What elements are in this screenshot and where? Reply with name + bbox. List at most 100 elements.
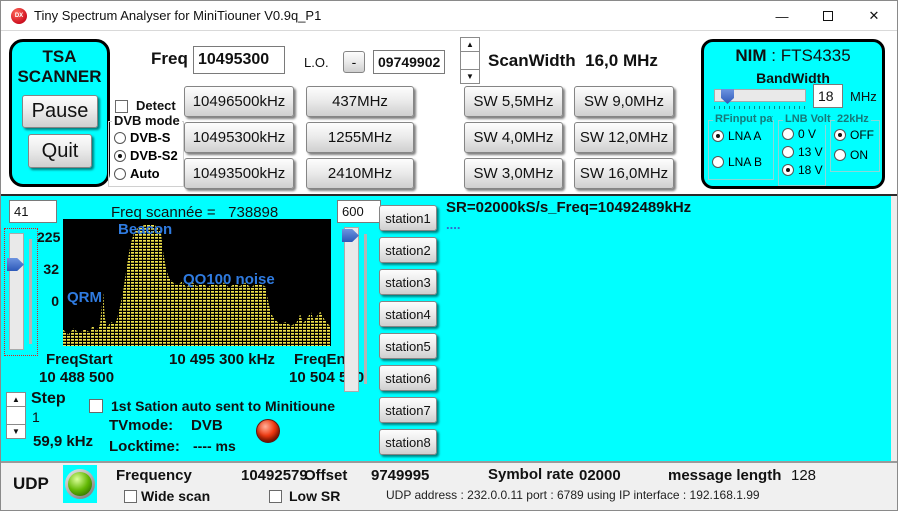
sw-button-2[interactable]: SW 9,0MHz: [574, 86, 674, 117]
radio-lnb-18v[interactable]: 18 V: [782, 163, 823, 177]
station-button-6[interactable]: station6: [379, 365, 437, 391]
app-icon: DX: [11, 8, 27, 24]
preset-freq-button-4[interactable]: 1255MHz: [306, 122, 414, 153]
detect-label: Detect: [136, 98, 176, 113]
radio-label: ON: [850, 148, 868, 162]
scanwidth-down-icon[interactable]: ▼: [460, 69, 480, 84]
wide-scan-checkbox[interactable]: [124, 490, 137, 503]
radio-icon: [782, 164, 794, 176]
tvmode-value: DVB: [191, 417, 223, 434]
step-up-icon[interactable]: ▲: [6, 392, 26, 407]
radio-lnb-0v[interactable]: 0 V: [782, 127, 816, 141]
radio-icon: [834, 129, 846, 141]
axis-label-225: 225: [37, 229, 59, 245]
low-sr-label: Low SR: [289, 488, 340, 504]
tone-22khz-group: 22kHz OFF ON: [830, 120, 880, 172]
step-label: Step: [31, 390, 66, 408]
freq-start-value: 10 488 500: [39, 369, 114, 386]
step-down-icon[interactable]: ▼: [6, 424, 26, 439]
scanwidth-up-icon[interactable]: ▲: [460, 37, 480, 52]
lo-input[interactable]: [373, 50, 445, 74]
level-slider-line: [364, 234, 367, 384]
sw-button-1[interactable]: SW 5,5MHz: [464, 86, 563, 117]
lo-minus-button[interactable]: -: [343, 51, 365, 73]
locktime-value: ---- ms: [193, 438, 236, 454]
offset-value: 9749995: [371, 467, 429, 484]
tsa-title-line2: SCANNER: [12, 67, 107, 87]
tone-22khz-title: 22kHz: [835, 113, 871, 125]
nim-box: NIM : FTS4335 BandWidth MHz RFinput path…: [701, 39, 885, 189]
freq-input[interactable]: [193, 46, 285, 74]
bandwidth-slider-thumb[interactable]: [721, 89, 734, 104]
station-button-3[interactable]: station3: [379, 269, 437, 295]
udp-led-glow: [68, 472, 92, 496]
nim-value: FTS4335: [781, 46, 851, 65]
auto-send-checkbox[interactable]: [89, 399, 103, 413]
radio-icon: [114, 150, 126, 162]
freq-start-label: FreqStart: [46, 351, 113, 368]
beacon-label: Beacon: [118, 221, 172, 238]
level-slider-track[interactable]: [344, 227, 359, 392]
close-button[interactable]: ✕: [851, 1, 897, 31]
tsa-title-line1: TSA: [12, 47, 107, 67]
pause-button[interactable]: Pause: [22, 95, 98, 128]
auto-send-label: 1st Sation auto sent to Minitioune: [111, 398, 335, 414]
radio-icon: [834, 149, 846, 161]
lock-status-led: [256, 419, 280, 443]
sw-button-6[interactable]: SW 16,0MHz: [574, 158, 674, 189]
radio-dvb-auto[interactable]: Auto: [114, 166, 160, 181]
udp-address-line: UDP address : 232.0.0.11 port : 6789 usi…: [386, 488, 760, 502]
radio-dvb-s[interactable]: DVB-S: [114, 130, 170, 145]
radio-label: LNA A: [728, 129, 761, 143]
station-button-8[interactable]: station8: [379, 429, 437, 455]
low-sr-checkbox[interactable]: [269, 490, 282, 503]
radio-dvb-s2[interactable]: DVB-S2: [114, 148, 178, 163]
preset-freq-button-3[interactable]: 10495300kHz: [184, 122, 294, 153]
radio-lnb-13v[interactable]: 13 V: [782, 145, 823, 159]
gain-slider-track[interactable]: [9, 233, 24, 350]
gain-input[interactable]: [9, 200, 57, 223]
spectrum-display[interactable]: Beacon QO100 noise QRM: [63, 219, 331, 346]
preset-freq-button-2[interactable]: 437MHz: [306, 86, 414, 117]
radio-lna-b[interactable]: LNA B: [712, 155, 762, 169]
offset-label: Offset: [304, 467, 347, 484]
preset-freq-button-6[interactable]: 2410MHz: [306, 158, 414, 189]
minimize-button[interactable]: —: [759, 1, 805, 31]
sw-button-3[interactable]: SW 4,0MHz: [464, 122, 563, 153]
bandwidth-input[interactable]: [813, 84, 843, 108]
preset-freq-button-1[interactable]: 10496500kHz: [184, 86, 294, 117]
maximize-icon: [823, 11, 833, 21]
radio-22khz-off[interactable]: OFF: [834, 128, 874, 142]
rf-input-title: RFinput path: [713, 113, 773, 125]
bandwidth-ticks: [714, 106, 806, 109]
window-title: Tiny Spectrum Analyser for MiniTiouner V…: [34, 8, 321, 23]
scanwidth-text: ScanWidth: [488, 51, 576, 70]
radio-lna-a[interactable]: LNA A: [712, 129, 761, 143]
scanwidth-spinner: ▲ ▼: [460, 37, 480, 84]
preset-freq-button-5[interactable]: 10493500kHz: [184, 158, 294, 189]
sw-button-5[interactable]: SW 3,0MHz: [464, 158, 563, 189]
radio-22khz-on[interactable]: ON: [834, 148, 868, 162]
title-bar: DX Tiny Spectrum Analyser for MiniTioune…: [1, 1, 897, 31]
quit-button[interactable]: Quit: [28, 134, 92, 168]
lnb-volt-group: LNB Volt 0 V 13 V 18 V: [778, 120, 826, 186]
station-button-7[interactable]: station7: [379, 397, 437, 423]
maximize-button[interactable]: [805, 1, 851, 31]
station-button-4[interactable]: station4: [379, 301, 437, 327]
symbol-rate-label: Symbol rate: [488, 466, 574, 483]
step-khz-value: 59,9 kHz: [33, 433, 93, 450]
bandwidth-slider-track[interactable]: [714, 89, 806, 102]
sw-button-4[interactable]: SW 12,0MHz: [574, 122, 674, 153]
detect-checkbox[interactable]: [115, 100, 128, 113]
nim-title: NIM : FTS4335: [704, 46, 882, 66]
frequency-value: 10492579: [241, 467, 308, 484]
station-button-1[interactable]: station1: [379, 205, 437, 231]
rf-input-group: RFinput path LNA A LNA B: [708, 120, 774, 180]
level-input[interactable]: [337, 200, 381, 223]
station-button-2[interactable]: station2: [379, 237, 437, 263]
station-button-5[interactable]: station5: [379, 333, 437, 359]
udp-label: UDP: [13, 474, 49, 494]
radio-icon: [712, 130, 724, 142]
freq-center-value: 10 495 300 kHz: [169, 351, 275, 368]
radio-label: DVB-S: [130, 130, 170, 145]
